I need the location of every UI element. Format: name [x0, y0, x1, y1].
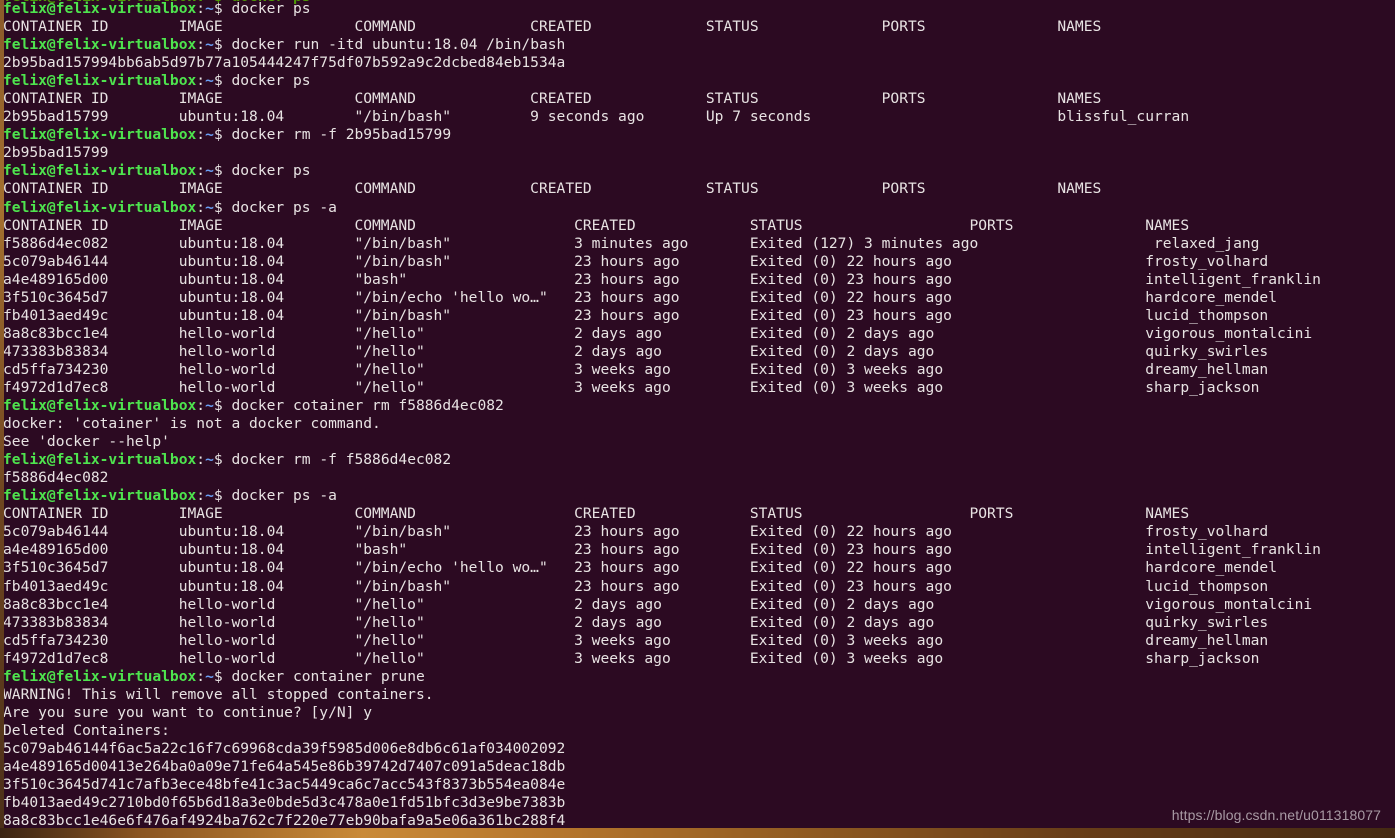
prompt-line: felix@felix-virtualbox:~$ docker rm -f f…	[3, 451, 1395, 469]
prune-confirm-prompt: Are you sure you want to continue? [y/N]…	[3, 703, 373, 721]
table-row: cd5ffa734230 hello-world "/hello" 3 week…	[3, 631, 1269, 649]
error-message: docker: 'cotainer' is not a docker comma…	[3, 415, 381, 433]
command-text: docker container prune	[231, 667, 425, 685]
prompt-symbol: $	[213, 397, 232, 415]
removed-container-id: f5886d4ec082	[3, 469, 109, 487]
prompt-colon: :	[196, 36, 206, 54]
removed-container-id: 2b95bad15799	[3, 144, 109, 162]
prompt-user-host: felix@felix-virtualbox	[3, 198, 197, 216]
watermark-url: https://blog.csdn.net/u011318077	[1171, 807, 1381, 823]
deleted-container-hash: 5c079ab46144f6ac5a22c16f7c69968cda39f598…	[3, 739, 566, 757]
prompt-line: felix@felix-virtualbox:~$ docker ps	[3, 72, 1395, 90]
table-row: f4972d1d7ec8 hello-world "/hello" 3 week…	[3, 378, 1260, 396]
command-text: docker cotainer rm f5886d4ec082	[231, 397, 504, 415]
table-row: 8a8c83bcc1e4 hello-world "/hello" 2 days…	[3, 595, 1313, 613]
prompt-path: ~	[205, 451, 214, 469]
prompt-line: felix@felix-virtualbox:~$ docker rm -f 2…	[3, 126, 1395, 144]
prompt-symbol: $	[213, 72, 232, 90]
prompt-user-host: felix@felix-virtualbox	[3, 451, 197, 469]
deleted-container-hash: 3f510c3645d741c7afb3ece48bfe41c3ac5449ca…	[3, 776, 566, 794]
terminal-window[interactable]: felix@felix-virtualbox:~$ docker ps feli…	[0, 0, 1395, 830]
prompt-symbol: $	[213, 451, 232, 469]
prompt-symbol: $	[213, 487, 232, 505]
table-row: f5886d4ec082 ubuntu:18.04 "/bin/bash" 3 …	[3, 234, 1260, 252]
prompt-symbol: $	[213, 198, 232, 216]
prompt-user-host: felix@felix-virtualbox	[3, 126, 197, 144]
clipped-scrollback-line: felix@felix-virtualbox:~$ docker ps	[3, 0, 311, 6]
table-row: a4e489165d00 ubuntu:18.04 "bash" 23 hour…	[3, 541, 1321, 559]
prompt-path: ~	[205, 487, 214, 505]
table-row: 5c079ab46144 ubuntu:18.04 "/bin/bash" 23…	[3, 523, 1269, 541]
table-row: 473383b83834 hello-world "/hello" 2 days…	[3, 342, 1269, 360]
prompt-line: felix@felix-virtualbox:~$ docker ps -a	[3, 199, 1395, 217]
command-text: docker ps -a	[231, 487, 337, 505]
prompt-user-host: felix@felix-virtualbox	[3, 36, 197, 54]
table-row: 473383b83834 hello-world "/hello" 2 days…	[3, 613, 1269, 631]
prompt-line: felix@felix-virtualbox:~$ docker ps	[3, 162, 1395, 180]
prompt-path: ~	[205, 198, 214, 216]
prune-warning: WARNING! This will remove all stopped co…	[3, 685, 434, 703]
table-row: fb4013aed49c ubuntu:18.04 "/bin/bash" 23…	[3, 577, 1269, 595]
prompt-colon: :	[196, 72, 206, 90]
command-text: docker ps -a	[231, 198, 337, 216]
prompt-colon: :	[196, 667, 206, 685]
table-row: 8a8c83bcc1e4 hello-world "/hello" 2 days…	[3, 324, 1313, 342]
table-row: a4e489165d00 ubuntu:18.04 "bash" 23 hour…	[3, 270, 1321, 288]
table-row: f4972d1d7ec8 hello-world "/hello" 3 week…	[3, 649, 1260, 667]
deleted-containers-label: Deleted Containers:	[3, 721, 170, 739]
prompt-path: ~	[205, 72, 214, 90]
prompt-path: ~	[205, 667, 214, 685]
prompt-line: felix@felix-virtualbox:~$ docker contain…	[3, 668, 1395, 686]
prompt-colon: :	[196, 198, 206, 216]
prompt-line: felix@felix-virtualbox:~$ docker run -it…	[3, 36, 1395, 54]
table-row: 3f510c3645d7 ubuntu:18.04 "/bin/echo 'he…	[3, 288, 1277, 306]
prompt-colon: :	[196, 397, 206, 415]
deleted-container-hash: a4e489165d00413e264ba0a09e71fe64a545e86b…	[3, 757, 566, 775]
prompt-symbol: $	[213, 126, 232, 144]
prompt-path: ~	[205, 397, 214, 415]
command-text: docker rm -f f5886d4ec082	[231, 451, 452, 469]
table-row: 3f510c3645d7 ubuntu:18.04 "/bin/echo 'he…	[3, 559, 1277, 577]
table-row: fb4013aed49c ubuntu:18.04 "/bin/bash" 23…	[3, 306, 1269, 324]
command-text: docker run -itd ubuntu:18.04 /bin/bash	[231, 36, 566, 54]
prompt-colon: :	[196, 487, 206, 505]
table-header-row: CONTAINER ID IMAGE COMMAND CREATED STATU…	[3, 180, 1102, 198]
prompt-colon: :	[196, 126, 206, 144]
prompt-user-host: felix@felix-virtualbox	[3, 162, 197, 180]
table-header-row: CONTAINER ID IMAGE COMMAND CREATED STATU…	[3, 90, 1102, 108]
prompt-user-host: felix@felix-virtualbox	[3, 487, 197, 505]
prompt-path: ~	[205, 36, 214, 54]
table-row: cd5ffa734230 hello-world "/hello" 3 week…	[3, 360, 1269, 378]
command-text: docker ps	[231, 162, 311, 180]
prompt-path: ~	[205, 162, 214, 180]
prompt-user-host: felix@felix-virtualbox	[3, 397, 197, 415]
command-text: docker rm -f 2b95bad15799	[231, 126, 452, 144]
prompt-user-host: felix@felix-virtualbox	[3, 667, 197, 685]
prompt-symbol: $	[213, 36, 232, 54]
terminal-output-area[interactable]: felix@felix-virtualbox:~$ docker ps CONTA…	[3, 0, 1395, 830]
table-row: 2b95bad15799 ubuntu:18.04 "/bin/bash" 9 …	[3, 108, 1190, 126]
table-row: 5c079ab46144 ubuntu:18.04 "/bin/bash" 23…	[3, 252, 1269, 270]
prompt-user-host: felix@felix-virtualbox	[3, 72, 197, 90]
prompt-line: felix@felix-virtualbox:~$ docker ps -a	[3, 487, 1395, 505]
prompt-path: ~	[205, 126, 214, 144]
table-header-row: CONTAINER ID IMAGE COMMAND CREATED STATU…	[3, 505, 1190, 523]
prompt-colon: :	[196, 162, 206, 180]
run-container-id: 2b95bad157994bb6ab5d97b77a105444247f75df…	[3, 54, 566, 72]
desktop-wallpaper-left-edge	[0, 0, 4, 838]
command-text: docker ps	[231, 72, 311, 90]
prompt-symbol: $	[213, 667, 232, 685]
desktop-wallpaper-bottom-edge	[0, 828, 1395, 838]
table-header-row: CONTAINER ID IMAGE COMMAND CREATED STATU…	[3, 216, 1190, 234]
prompt-colon: :	[196, 451, 206, 469]
prompt-symbol: $	[213, 162, 232, 180]
table-header-row: CONTAINER ID IMAGE COMMAND CREATED STATU…	[3, 18, 1102, 36]
error-help-hint: See 'docker --help'	[3, 433, 170, 451]
prompt-line: felix@felix-virtualbox:~$ docker cotaine…	[3, 397, 1395, 415]
